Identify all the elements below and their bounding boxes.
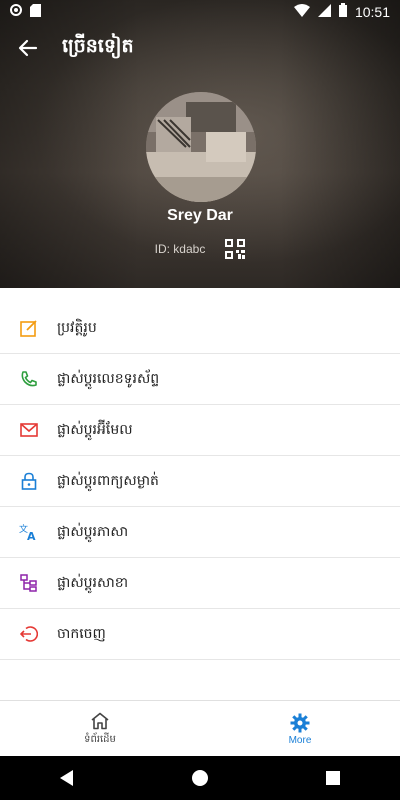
avatar[interactable]: [146, 92, 256, 202]
menu-label: ប្រវត្តិរូប: [57, 319, 97, 336]
system-home-button[interactable]: [188, 766, 212, 790]
menu-item-profile[interactable]: ប្រវត្តិរូប: [0, 303, 400, 354]
logout-icon: [19, 624, 39, 644]
status-bar: 10:51: [0, 0, 400, 24]
menu-item-change-email[interactable]: ផ្លាស់ប្តូរអ៊ីមែល: [0, 405, 400, 456]
settings-menu: ប្រវត្តិរូប ផ្លាស់ប្តូរលេខទូរស័ព្ទ ផ្លាស…: [0, 303, 400, 660]
svg-text:A: A: [27, 530, 36, 541]
notification-dot-icon: [10, 4, 22, 20]
signal-icon: [317, 3, 331, 21]
qr-code-icon[interactable]: [225, 239, 246, 259]
system-back-button[interactable]: [55, 766, 79, 790]
menu-item-logout[interactable]: ចាកចេញ: [0, 609, 400, 660]
arrow-left-icon: [18, 39, 38, 57]
battery-icon: [338, 3, 347, 21]
status-time: 10:51: [354, 4, 390, 20]
mail-icon: [19, 420, 39, 440]
bottom-navigation: ទំព័រដើម More: [0, 700, 400, 757]
translate-icon: 文A: [19, 522, 39, 542]
sd-card-icon: [30, 3, 41, 21]
menu-label: ផ្លាស់ប្តូរអ៊ីមែល: [57, 421, 133, 438]
phone-icon: [19, 369, 39, 389]
wifi-icon: [293, 3, 310, 21]
user-name: Srey Dar: [167, 207, 233, 224]
branch-icon: [19, 573, 39, 593]
square-recents-icon: [326, 771, 341, 785]
menu-label: ផ្លាស់ប្តូរភាសា: [57, 523, 129, 540]
tab-home-label: ទំព័រដើម: [84, 733, 116, 745]
gear-icon: [290, 713, 310, 732]
menu-label: ចាកចេញ: [57, 625, 106, 642]
tab-more-label: More: [288, 734, 312, 746]
circle-home-icon: [191, 770, 208, 786]
avatar-image: [146, 92, 256, 202]
menu-label: ផ្លាស់ប្តូរពាក្យសម្ងាត់: [57, 472, 159, 489]
edit-icon: [19, 318, 39, 338]
home-icon: [91, 712, 109, 729]
user-id-row: ID: kdabc: [0, 238, 400, 260]
menu-item-change-branch[interactable]: ផ្លាស់ប្តូរសាខា: [0, 558, 400, 609]
system-recents-button[interactable]: [321, 766, 345, 790]
tab-home[interactable]: ទំព័រដើម: [0, 701, 200, 757]
user-id: ID: kdabc: [154, 242, 206, 256]
menu-label: ផ្លាស់ប្តូរសាខា: [57, 574, 129, 591]
triangle-back-icon: [59, 770, 73, 786]
app-bar: ច្រើនទៀត: [0, 28, 400, 68]
lock-icon: [19, 471, 39, 491]
menu-item-change-password[interactable]: ផ្លាស់ប្តូរពាក្យសម្ងាត់: [0, 456, 400, 507]
menu-item-change-language[interactable]: 文A ផ្លាស់ប្តូរភាសា: [0, 507, 400, 558]
back-button[interactable]: [8, 28, 48, 68]
menu-label: ផ្លាស់ប្តូរលេខទូរស័ព្ទ: [57, 370, 160, 387]
page-title: ច្រើនទៀត: [62, 35, 134, 57]
menu-item-change-phone[interactable]: ផ្លាស់ប្តូរលេខទូរស័ព្ទ: [0, 354, 400, 405]
system-navigation-bar: [0, 756, 400, 800]
tab-more[interactable]: More: [200, 701, 400, 757]
